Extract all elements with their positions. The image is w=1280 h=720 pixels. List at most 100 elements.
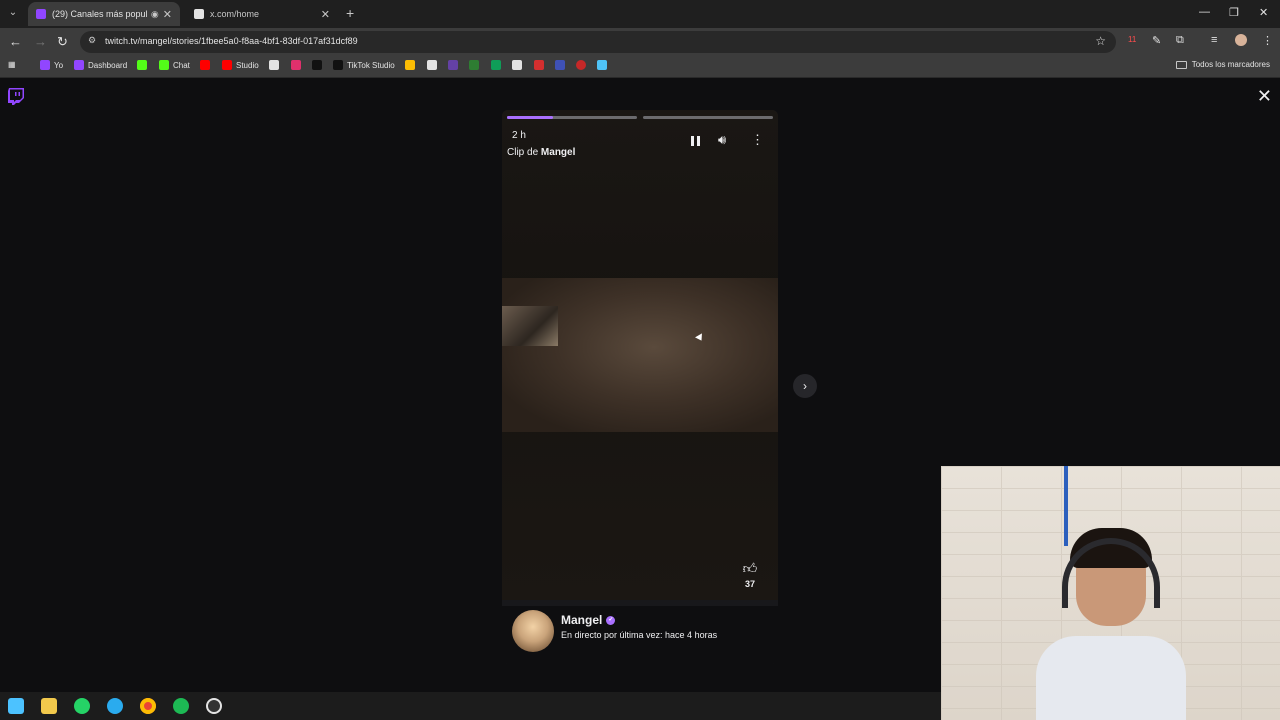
bookmark-x[interactable]: [269, 60, 283, 70]
progress-bar: [643, 116, 773, 119]
back-icon[interactable]: ←: [9, 34, 22, 49]
bookmark-misc-4[interactable]: [512, 60, 526, 70]
spotify-icon[interactable]: [173, 698, 189, 714]
bookmark-misc-3[interactable]: [469, 60, 483, 70]
bookmark-misc-7[interactable]: [576, 60, 590, 70]
chrome-icon[interactable]: [140, 698, 156, 714]
bookmark-sheets[interactable]: [491, 60, 505, 70]
bookmark-kick[interactable]: [137, 60, 151, 70]
streamer-avatar[interactable]: [512, 610, 554, 652]
bookmark-misc-5[interactable]: [534, 60, 548, 70]
apps-icon[interactable]: ▦: [8, 60, 16, 69]
bookmark-icon: [555, 60, 565, 70]
bookmark-tiktok[interactable]: [312, 60, 326, 70]
whatsapp-icon[interactable]: [74, 698, 90, 714]
bookmark-misc-6[interactable]: [555, 60, 569, 70]
next-story-button[interactable]: ›: [793, 374, 817, 398]
all-bookmarks[interactable]: Todos los marcadores: [1175, 60, 1270, 69]
story-video[interactable]: 2 h Clip de Mangel 🔊︎ ⋮ 👍︎ 37: [502, 110, 778, 600]
obs-icon[interactable]: [206, 698, 222, 714]
x-favicon-icon: [194, 9, 204, 19]
close-icon[interactable]: ✕: [1257, 86, 1272, 107]
clip-label: Clip de Mangel: [507, 147, 576, 158]
tiktok-icon: [312, 60, 322, 70]
close-tab-icon[interactable]: ✕: [321, 8, 330, 21]
streamer-name[interactable]: Mangel: [561, 613, 602, 627]
bookmark-misc-8[interactable]: [597, 60, 611, 70]
translate-extension-icon[interactable]: ✎: [1152, 34, 1161, 47]
bookmark-misc-1[interactable]: [427, 60, 441, 70]
streamer-webcam-person: [1036, 528, 1186, 720]
menu-icon[interactable]: ⋮: [1262, 34, 1273, 47]
bookmarks-bar: ▦ Yo Dashboard Chat Studio TikTok Studio…: [0, 56, 1280, 78]
bookmark-icon: [576, 60, 586, 70]
pause-button[interactable]: [691, 134, 703, 146]
browser-toolbar: ← → ↻ ⚙ twitch.tv/mangel/stories/1fbee5a…: [0, 28, 1280, 56]
bookmark-chat[interactable]: Chat: [159, 60, 190, 70]
drive-icon: [405, 60, 415, 70]
tab-title: (29) Canales más populares: [52, 9, 147, 19]
tab-x[interactable]: x.com/home ✕: [186, 2, 338, 26]
tab-strip: ⌄ (29) Canales más populares ◉ ✕ x.com/h…: [0, 0, 1280, 28]
forward-icon[interactable]: →: [34, 34, 47, 49]
bookmark-star-icon[interactable]: ☆: [1095, 34, 1106, 48]
extension-badge[interactable]: 11: [1128, 35, 1136, 44]
file-explorer-icon[interactable]: [41, 698, 57, 714]
story-age: 2 h: [512, 130, 526, 141]
close-window-icon[interactable]: ✕: [1259, 6, 1268, 19]
minimize-icon[interactable]: —: [1199, 6, 1210, 18]
twitch-logo-icon[interactable]: [8, 88, 24, 105]
telegram-icon[interactable]: [107, 698, 123, 714]
bookmark-misc-2[interactable]: [448, 60, 462, 70]
bookmark-drive[interactable]: [405, 60, 419, 70]
story-card: 2 h Clip de Mangel 🔊︎ ⋮ 👍︎ 37 Mangel ✓ E…: [502, 110, 778, 664]
x-icon: [269, 60, 279, 70]
tab-search-icon[interactable]: ≡: [1211, 34, 1217, 46]
bookmark-tiktok-studio[interactable]: TikTok Studio: [333, 60, 395, 70]
cable: [1064, 466, 1068, 546]
bookmark-icon: [512, 60, 522, 70]
bookmark-dashboard[interactable]: Dashboard: [74, 60, 127, 70]
tab-search-button[interactable]: ⌄: [4, 4, 22, 22]
tab-title: x.com/home: [210, 9, 260, 19]
windows-taskbar: [0, 692, 941, 720]
last-live-text: En directo por última vez: hace 4 horas: [561, 630, 718, 640]
new-tab-button[interactable]: +: [346, 5, 354, 21]
bookmark-icon: [469, 60, 479, 70]
more-options-icon[interactable]: ⋮: [751, 132, 764, 148]
youtube-icon: [222, 60, 232, 70]
like-button[interactable]: 👍︎ 37: [739, 560, 761, 589]
bookmark-icon: [427, 60, 437, 70]
bookmark-instagram[interactable]: [291, 60, 305, 70]
tab-twitch[interactable]: (29) Canales más populares ◉ ✕: [28, 2, 180, 26]
bookmark-studio[interactable]: Studio: [222, 60, 259, 70]
bookmark-icon: [597, 60, 607, 70]
sheets-icon: [491, 60, 501, 70]
restore-icon[interactable]: ❐: [1229, 6, 1239, 19]
reload-icon[interactable]: ↻: [57, 34, 68, 50]
folder-icon: [1175, 60, 1187, 69]
url-text[interactable]: twitch.tv/mangel/stories/1fbee5a0-f8aa-4…: [105, 36, 358, 46]
thumbs-up-icon: 👍︎: [742, 560, 758, 576]
twitch-icon: [74, 60, 84, 70]
twitch-icon: [40, 60, 50, 70]
profile-avatar[interactable]: [1235, 34, 1247, 46]
bookmark-yo[interactable]: Yo: [40, 60, 63, 70]
site-info-icon[interactable]: ⚙: [88, 35, 100, 47]
close-tab-icon[interactable]: ✕: [163, 8, 172, 21]
clip-webcam-thumbnail: [502, 306, 558, 346]
like-count: 37: [744, 579, 755, 589]
windows-start-icon[interactable]: [8, 698, 24, 714]
streamer-name-row[interactable]: Mangel ✓: [561, 613, 616, 627]
extensions-puzzle-icon[interactable]: ⧉: [1176, 34, 1184, 47]
streamer-info: Mangel ✓ En directo por última vez: hace…: [502, 606, 778, 664]
bookmark-youtube[interactable]: [200, 60, 214, 70]
progress-bar: [507, 116, 637, 119]
audio-icon[interactable]: ◉: [151, 9, 159, 20]
webcam-overlay: [941, 466, 1280, 720]
clip-frame: [502, 278, 778, 432]
address-bar[interactable]: ⚙ twitch.tv/mangel/stories/1fbee5a0-f8aa…: [80, 31, 1116, 53]
volume-icon[interactable]: 🔊︎: [718, 132, 726, 148]
youtube-icon: [200, 60, 210, 70]
clip-author[interactable]: Mangel: [541, 147, 575, 158]
